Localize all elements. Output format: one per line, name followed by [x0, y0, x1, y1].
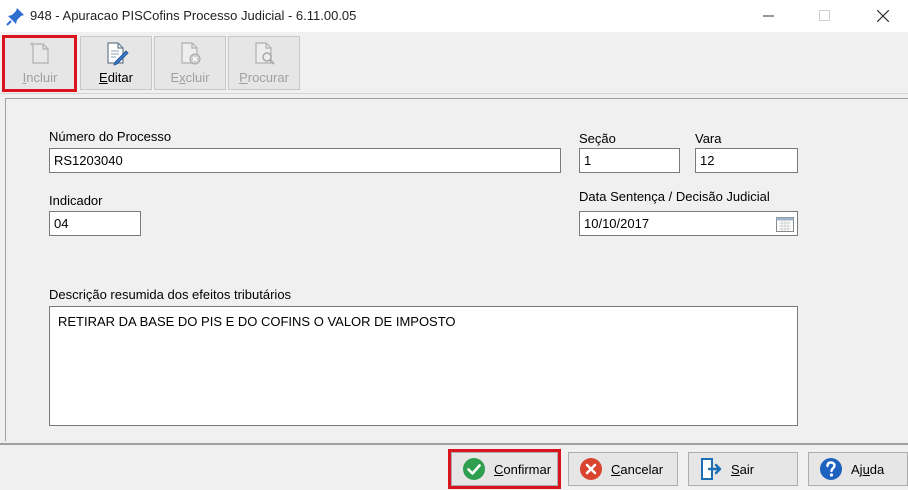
excluir-button[interactable]: Excluir [154, 36, 226, 90]
maximize-icon [819, 10, 830, 21]
ajuda-label: Ajuda [851, 461, 885, 477]
confirmar-label: Confirmar [494, 461, 552, 477]
help-circle-icon [820, 458, 842, 480]
vara-label: Vara [695, 131, 722, 146]
close-icon [877, 10, 889, 22]
cancel-circle-icon [580, 458, 602, 480]
check-circle-icon [463, 458, 485, 480]
secao-field[interactable]: 1 [579, 148, 680, 173]
close-button[interactable] [860, 0, 906, 32]
confirmar-button[interactable]: Confirmar [451, 452, 558, 486]
procurar-label: Procurar [239, 70, 289, 85]
data-sentenca-field[interactable]: 10/10/2017 [579, 211, 798, 236]
incluir-button[interactable]: Incluir [4, 36, 76, 90]
secao-label: Seção [579, 131, 616, 146]
minimize-icon [763, 15, 774, 17]
pin-icon [6, 8, 24, 26]
editar-label: Editar [99, 70, 133, 85]
numero-processo-label: Número do Processo [49, 129, 172, 144]
toolbar: Incluir Editar Excluir Procurar [0, 32, 908, 94]
excluir-label: Excluir [170, 70, 210, 85]
edit-document-icon [107, 42, 129, 66]
minimize-button[interactable] [746, 0, 792, 32]
descricao-textarea[interactable]: RETIRAR DA BASE DO PIS E DO COFINS O VAL… [49, 306, 798, 426]
calendar-icon[interactable] [776, 216, 794, 232]
descricao-label: Descrição resumida dos efeitos tributári… [49, 287, 292, 302]
numero-processo-field[interactable]: RS1203040 [49, 148, 561, 173]
search-document-icon [255, 42, 275, 65]
maximize-button[interactable] [802, 0, 848, 32]
exit-door-icon [701, 458, 722, 480]
ajuda-button[interactable]: Ajuda [808, 452, 908, 486]
toolbar-divider [0, 93, 908, 94]
indicador-field[interactable]: 04 [49, 211, 141, 236]
data-sentenca-label: Data Sentença / Decisão Judicial [579, 189, 770, 204]
procurar-button[interactable]: Procurar [228, 36, 300, 90]
cancelar-button[interactable]: Cancelar [568, 452, 678, 486]
sair-button[interactable]: Sair [688, 452, 798, 486]
window-title: 948 - Apuracao PISCofins Processo Judici… [30, 8, 357, 23]
indicador-label: Indicador [49, 193, 103, 208]
delete-document-icon [181, 42, 201, 65]
cancelar-label: Cancelar [611, 461, 664, 477]
incluir-label: Incluir [22, 70, 58, 85]
title-bar: 948 - Apuracao PISCofins Processo Judici… [0, 0, 908, 32]
data-sentenca-value: 10/10/2017 [584, 216, 650, 231]
vara-field[interactable]: 12 [695, 148, 798, 173]
new-document-icon [30, 42, 49, 64]
editar-button[interactable]: Editar [80, 36, 152, 90]
sair-label: Sair [731, 461, 755, 477]
